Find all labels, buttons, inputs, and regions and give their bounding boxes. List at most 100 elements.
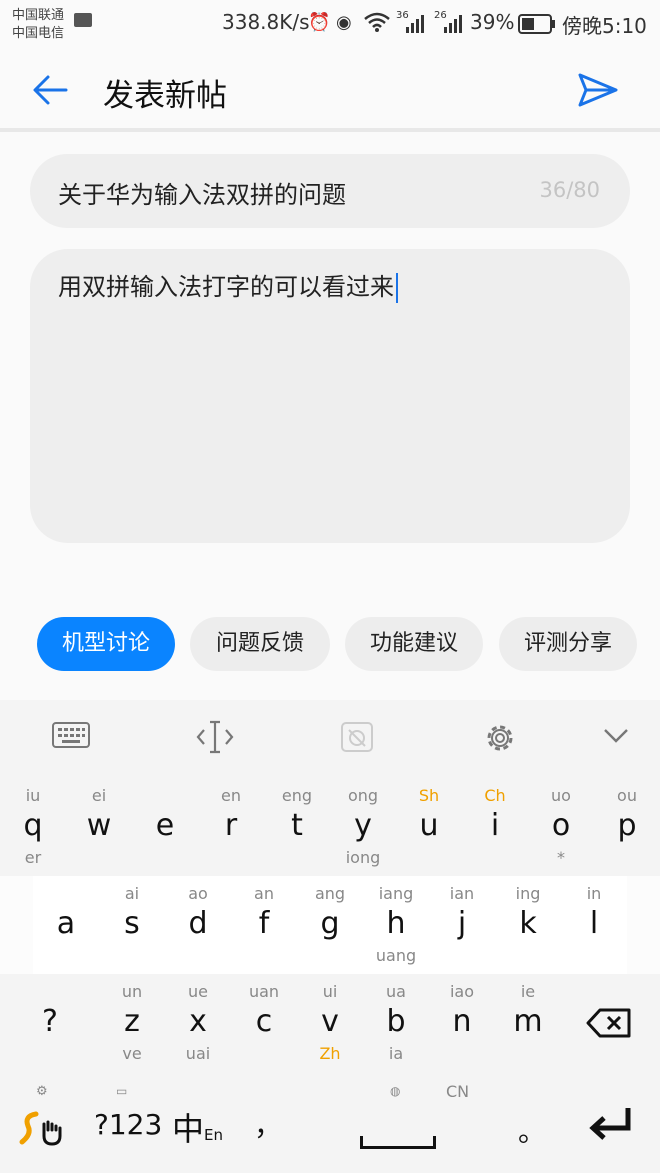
key-label: g bbox=[320, 906, 340, 941]
key-x[interactable]: ue x uai bbox=[165, 974, 231, 1072]
category-chip-suggestion[interactable]: 功能建议 bbox=[345, 617, 483, 671]
net-speed: 338.8K/s bbox=[222, 10, 310, 34]
key-j[interactable]: ian j bbox=[429, 876, 495, 974]
key-c[interactable]: uan c bbox=[231, 974, 297, 1072]
space-bar[interactable] bbox=[360, 1136, 436, 1149]
settings-icon[interactable] bbox=[482, 720, 518, 764]
key-q[interactable]: iu q er bbox=[0, 778, 66, 876]
backspace-icon[interactable] bbox=[586, 1008, 634, 1040]
key-top-label: uo bbox=[551, 786, 571, 805]
key-i[interactable]: Ch i bbox=[462, 778, 528, 876]
title-input-value: 关于华为输入法双拼的问题 bbox=[58, 181, 346, 209]
clipboard-small-icon: ▭ bbox=[116, 1084, 128, 1098]
enter-icon[interactable] bbox=[588, 1106, 634, 1142]
key-label: z bbox=[124, 1004, 140, 1039]
keyboard-indicator-icon bbox=[74, 13, 92, 27]
key-y[interactable]: ong y iong bbox=[330, 778, 396, 876]
key-top-label: Sh bbox=[418, 786, 440, 805]
key-row-4: ⚙ ▭ ?123 中En ， ◍ CN 。 bbox=[0, 1074, 660, 1173]
key-z[interactable]: un z ve bbox=[99, 974, 165, 1072]
settings-small-icon: ⚙ bbox=[36, 1084, 48, 1099]
category-chip-model-discussion[interactable]: 机型讨论 bbox=[37, 617, 175, 671]
key-b[interactable]: ua b ia bbox=[363, 974, 429, 1072]
keyboard-icon[interactable] bbox=[52, 720, 90, 758]
key-label: t bbox=[291, 808, 303, 843]
key-v[interactable]: ui v Zh bbox=[297, 974, 363, 1072]
period-key[interactable]: 。 bbox=[518, 1110, 546, 1150]
header: 发表新帖 bbox=[0, 46, 660, 132]
key-u[interactable]: Sh u bbox=[396, 778, 462, 876]
key-t[interactable]: eng t bbox=[264, 778, 330, 876]
key-p[interactable]: ou p bbox=[594, 778, 660, 876]
key-k[interactable]: ing k bbox=[495, 876, 561, 974]
key-top-label: iu bbox=[25, 786, 41, 805]
key-top-label: ian bbox=[449, 884, 475, 903]
clipboard-icon[interactable] bbox=[339, 720, 375, 762]
title-char-count: 36/80 bbox=[539, 178, 600, 202]
clock: 傍晚5:10 bbox=[562, 14, 647, 38]
key-top-label: ang bbox=[314, 884, 346, 903]
key-label: w bbox=[86, 808, 112, 843]
key-label: k bbox=[519, 906, 537, 941]
key-top-label: iang bbox=[378, 884, 414, 903]
cn-label: CN bbox=[446, 1082, 470, 1101]
globe-icon: ◍ bbox=[390, 1084, 401, 1098]
key-m[interactable]: ie m bbox=[495, 974, 561, 1072]
key-top-label: Ch bbox=[484, 786, 506, 805]
key-top-label: ing bbox=[515, 884, 541, 903]
key-top-label: ie bbox=[520, 982, 536, 1001]
battery-percent: 39% bbox=[470, 10, 515, 34]
key-row-2: a ai s ao d an f ang g iang h uang ian j ing k i… bbox=[0, 876, 660, 974]
key-label: x bbox=[189, 1004, 207, 1039]
comma-key[interactable]: ， bbox=[254, 1104, 282, 1144]
key-l[interactable]: in l bbox=[561, 876, 627, 974]
key-label: q bbox=[23, 808, 43, 843]
key-f[interactable]: an f bbox=[231, 876, 297, 974]
key-label: v bbox=[321, 1004, 339, 1039]
text-caret bbox=[396, 273, 398, 303]
title-input[interactable]: 关于华为输入法双拼的问题 36/80 bbox=[30, 154, 630, 228]
signal-icon bbox=[444, 13, 466, 37]
back-arrow-icon[interactable] bbox=[30, 70, 70, 110]
key-row-1: iu q er ei w e en r eng t ong y iong Sh u Ch i uo… bbox=[0, 778, 660, 876]
key-n[interactable]: iao n bbox=[429, 974, 495, 1072]
battery-icon bbox=[518, 14, 556, 38]
key-question[interactable]: ? bbox=[17, 974, 83, 1072]
key-r[interactable]: en r bbox=[198, 778, 264, 876]
key-label: a bbox=[56, 906, 76, 941]
key-e[interactable]: e bbox=[132, 778, 198, 876]
language-key[interactable]: 中En bbox=[172, 1104, 223, 1150]
key-h[interactable]: iang h uang bbox=[363, 876, 429, 974]
category-chip-feedback[interactable]: 问题反馈 bbox=[190, 617, 330, 671]
key-label: i bbox=[490, 808, 500, 843]
signal-icon bbox=[406, 13, 428, 37]
key-label: y bbox=[354, 808, 372, 843]
key-label: c bbox=[255, 1004, 273, 1039]
key-s[interactable]: ai s bbox=[99, 876, 165, 974]
page-title: 发表新帖 bbox=[103, 78, 227, 114]
key-top-label: ai bbox=[124, 884, 140, 903]
post-form: 关于华为输入法双拼的问题 36/80 用双拼输入法打字的可以看过来 机型讨论 问… bbox=[0, 132, 660, 700]
numbers-key[interactable]: ?123 bbox=[94, 1108, 162, 1141]
swype-icon[interactable] bbox=[18, 1108, 64, 1148]
cursor-icon[interactable] bbox=[196, 720, 234, 762]
category-chip-review[interactable]: 评测分享 bbox=[499, 617, 637, 671]
collapse-icon[interactable] bbox=[602, 720, 630, 758]
key-w[interactable]: ei w bbox=[66, 778, 132, 876]
key-top-label: un bbox=[121, 982, 143, 1001]
language-sub-label: En bbox=[204, 1126, 223, 1144]
key-top-label: ou bbox=[617, 786, 637, 805]
body-textarea[interactable]: 用双拼输入法打字的可以看过来 bbox=[30, 249, 630, 543]
key-d[interactable]: ao d bbox=[165, 876, 231, 974]
key-a[interactable]: a bbox=[33, 876, 99, 974]
key-label: f bbox=[258, 906, 270, 941]
key-bottom-label: uang bbox=[375, 946, 417, 965]
key-label: n bbox=[452, 1004, 472, 1039]
key-bottom-label: * bbox=[557, 848, 565, 867]
key-g[interactable]: ang g bbox=[297, 876, 363, 974]
key-top-label: uan bbox=[248, 982, 280, 1001]
key-o[interactable]: uo o * bbox=[528, 778, 594, 876]
key-label: e bbox=[155, 808, 175, 843]
send-icon[interactable] bbox=[577, 70, 619, 110]
wifi-icon bbox=[364, 12, 390, 37]
